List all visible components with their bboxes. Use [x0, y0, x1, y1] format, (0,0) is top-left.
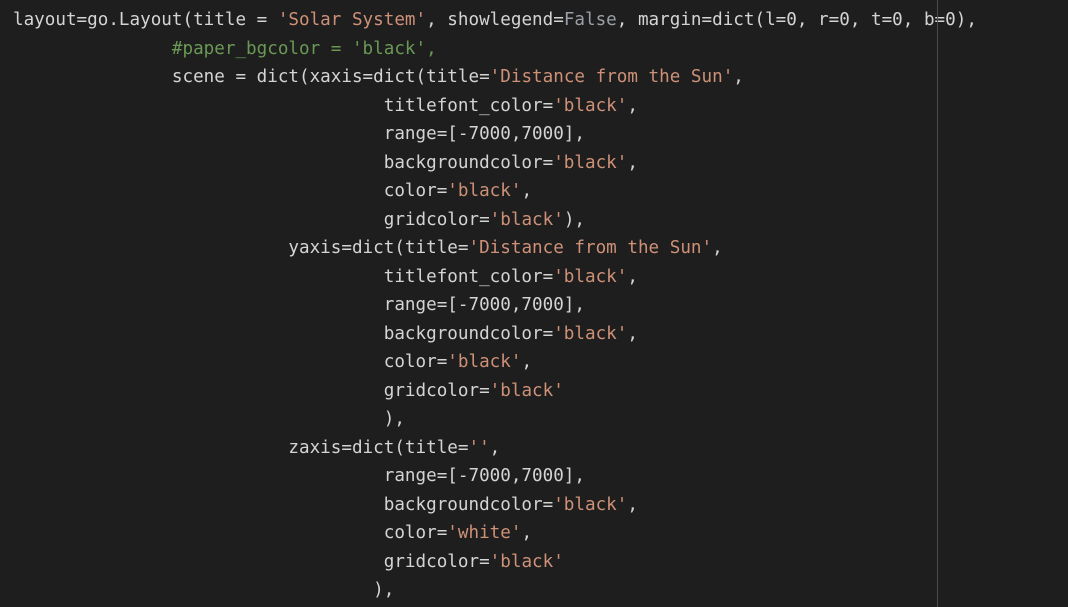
code-token: color=	[383, 352, 448, 372]
code-token: ,	[521, 352, 533, 372]
code-token: 'black'	[553, 494, 628, 515]
code-token: ''	[468, 437, 490, 458]
code-token: color=	[383, 181, 448, 201]
code-line[interactable]: range=[-7000,7000],	[13, 120, 585, 149]
code-token: 'white'	[447, 523, 522, 543]
code-token: ),	[373, 580, 395, 600]
code-token: ,	[627, 323, 638, 344]
code-line[interactable]: ),	[13, 576, 394, 605]
code-token: ,	[627, 95, 638, 116]
code-token: 'Distance from the Sun'	[489, 67, 734, 87]
code-token: gridcolor=	[383, 380, 490, 401]
code-token: gridcolor=	[383, 209, 490, 230]
code-token: 'black'	[553, 323, 628, 344]
code-token: #paper_bgcolor = 'black',	[171, 38, 437, 59]
code-token: 'Distance from the Sun'	[468, 238, 713, 258]
code-token: ,	[627, 494, 638, 515]
code-token: ,	[489, 437, 501, 458]
code-token: titlefont_color=	[383, 95, 554, 116]
code-token: 'black'	[447, 352, 522, 372]
code-line[interactable]: yaxis=dict(title='Distance from the Sun'…	[13, 234, 723, 263]
code-token: yaxis=dict(title=	[288, 238, 469, 258]
code-line[interactable]: titlefont_color='black',	[13, 263, 638, 292]
code-line[interactable]: color='black',	[13, 177, 532, 206]
code-token: False	[563, 10, 617, 30]
code-token: 'black'	[447, 181, 522, 201]
code-token: ,	[627, 152, 638, 173]
code-line[interactable]: gridcolor='black'	[13, 377, 564, 406]
code-editor[interactable]: layout=go.Layout(title = 'Solar System',…	[0, 0, 1068, 607]
code-token: ,	[733, 67, 744, 87]
code-line[interactable]: ),	[13, 405, 405, 434]
code-token: color=	[383, 523, 448, 543]
code-token: 'black'	[553, 266, 628, 287]
code-line[interactable]: #paper_bgcolor = 'black',	[13, 35, 437, 64]
code-line[interactable]: backgroundcolor='black',	[13, 320, 638, 349]
code-token: ,	[712, 238, 723, 258]
code-token: range=[-7000,7000],	[383, 295, 585, 315]
code-token: ),	[383, 409, 405, 429]
code-line[interactable]: layout=go.Layout(title = 'Solar System',…	[13, 6, 977, 35]
code-token: backgroundcolor=	[383, 152, 554, 173]
code-token: 'black'	[553, 152, 628, 173]
code-line[interactable]: range=[-7000,7000],	[13, 291, 585, 320]
code-line[interactable]: gridcolor='black'),	[13, 206, 585, 235]
code-token: 'Solar System'	[277, 10, 427, 30]
code-token: range=[-7000,7000],	[383, 466, 585, 486]
code-line[interactable]: titlefont_color='black',	[13, 92, 638, 121]
code-token: , margin=dict(l=0, r=0, t=0, b=0),	[616, 10, 977, 30]
code-line[interactable]: gridcolor='black'	[13, 548, 564, 577]
code-token: 'black'	[489, 380, 564, 401]
code-token: 'black'	[553, 95, 628, 116]
code-token: range=[-7000,7000],	[383, 124, 585, 144]
code-token: , showlegend=	[426, 10, 564, 30]
code-token: scene = dict(xaxis=dict(title=	[171, 67, 490, 87]
code-token: gridcolor=	[383, 551, 490, 572]
code-token: ,	[521, 181, 533, 201]
code-line[interactable]: backgroundcolor='black',	[13, 491, 638, 520]
code-token: backgroundcolor=	[383, 494, 554, 515]
code-token: layout=go.Layout(title =	[13, 10, 278, 30]
code-line[interactable]: scene = dict(xaxis=dict(title='Distance …	[13, 63, 744, 92]
code-token: zaxis=dict(title=	[288, 437, 469, 458]
code-token: ),	[563, 209, 586, 230]
code-line[interactable]: color='black',	[13, 348, 532, 377]
code-token: 'black'	[489, 209, 564, 230]
code-token: 'black'	[489, 551, 564, 572]
code-line[interactable]: backgroundcolor='black',	[13, 149, 638, 178]
code-token: ,	[521, 523, 533, 543]
column-ruler	[937, 0, 938, 607]
code-line[interactable]: range=[-7000,7000],	[13, 462, 585, 491]
code-line[interactable]: zaxis=dict(title='',	[13, 434, 500, 463]
code-token: ,	[627, 266, 638, 287]
code-line[interactable]: color='white',	[13, 519, 532, 548]
code-token: titlefont_color=	[383, 266, 554, 287]
code-token: backgroundcolor=	[383, 323, 554, 344]
